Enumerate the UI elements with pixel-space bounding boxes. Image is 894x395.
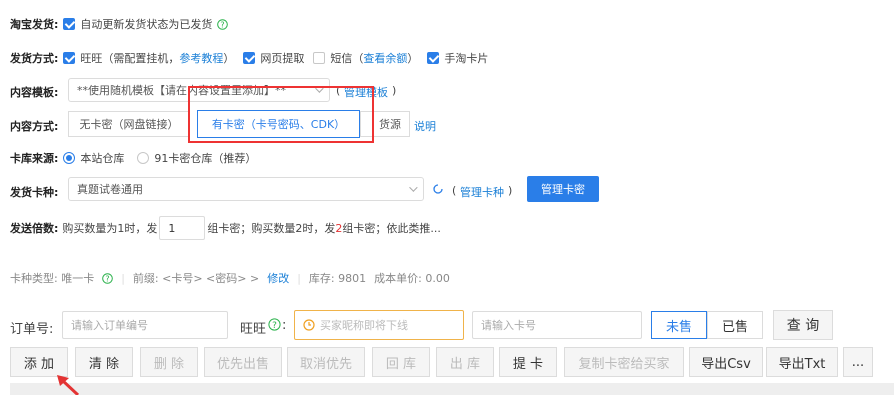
handtao-text: 手淘卡片 (444, 52, 489, 65)
ref-tutorial-link[interactable]: 参考教程 (179, 50, 223, 66)
cost-text: 成本单价: 0.00 (374, 272, 450, 285)
ww-placeholder: 买家昵称即将下线 (320, 319, 408, 332)
export-csv-button[interactable]: 导出Csv (689, 347, 763, 377)
local-text: 本站仓库 (80, 152, 125, 165)
explain-link[interactable]: 说明 (414, 118, 436, 134)
multiple-input[interactable]: 1 (159, 216, 206, 240)
send-multiple-after: 组卡密；依此类推... (342, 222, 441, 235)
divider: | (297, 271, 301, 285)
table-header (10, 383, 894, 395)
info-bar: 卡种类型: 唯一卡 ? | 前缀: <卡号> <密码> > 修改 | 库存: 9… (10, 270, 450, 286)
no-card-option[interactable]: 无卡密（网盘链接） (68, 111, 190, 137)
ww-label: 旺旺 (240, 322, 267, 337)
order-label: 订单号: (10, 322, 54, 337)
out-stock-button[interactable]: 出 库 (436, 347, 494, 377)
stock-text: 库存: 9801 (308, 272, 367, 285)
web-fetch-checkbox[interactable] (243, 52, 256, 64)
sms-close: ） (407, 52, 419, 65)
clear-button[interactable]: 清 除 (75, 347, 133, 377)
local-radio[interactable] (63, 152, 76, 164)
manage-card-button[interactable]: 管理卡密 (527, 176, 599, 202)
unsold-tab[interactable]: 未售 (651, 311, 707, 339)
highlight-box (188, 86, 374, 143)
order-input[interactable]: 请输入订单编号 (62, 311, 228, 339)
paren-open: ( (452, 184, 457, 197)
svg-text:?: ? (106, 274, 110, 283)
refresh-icon[interactable] (432, 183, 444, 195)
content-method-label: 内容方式: (10, 120, 59, 133)
more-button[interactable]: ... (843, 347, 873, 377)
help-icon[interactable]: ? (102, 272, 114, 284)
export-txt-button[interactable]: 导出Txt (766, 347, 838, 377)
extract-card-button[interactable]: 提 卡 (499, 347, 557, 377)
handtao-checkbox[interactable] (427, 52, 440, 64)
sms-text: 短信（ (330, 52, 364, 65)
taobao-row: 淘宝发货: 自动更新发货状态为已发货 ? (10, 16, 229, 32)
ww-input[interactable]: 买家昵称即将下线 (294, 310, 464, 340)
wangwang-close: ） (223, 52, 235, 65)
ninety-one-text: 91卡密仓库（推荐） (154, 152, 257, 165)
ninety-one-radio[interactable] (137, 152, 150, 164)
copy-card-button[interactable]: 复制卡密给买家 (564, 347, 684, 377)
manage-type-link[interactable]: 管理卡种 (460, 184, 504, 200)
card-kind-text: 卡种类型: 唯一卡 (10, 272, 95, 285)
send-multiple-before: 购买数量为1时，发 (62, 222, 158, 235)
send-multiple-mid: 组卡密；购买数量2时，发 (207, 222, 336, 235)
card-type-label: 发货卡种: (10, 186, 59, 199)
sms-checkbox[interactable] (313, 52, 326, 64)
wangwang-checkbox[interactable] (63, 52, 76, 64)
query-button[interactable]: 查 询 (773, 310, 833, 340)
priority-sell-button[interactable]: 优先出售 (204, 347, 282, 377)
delete-button[interactable]: 删 除 (140, 347, 198, 377)
ship-method-label: 发货方式: (10, 52, 59, 65)
svg-text:?: ? (272, 321, 277, 331)
card-input[interactable]: 请输入卡号 (472, 311, 642, 339)
wangwang-text: 旺旺（需配置挂机， (80, 52, 180, 65)
send-multiple-row: 发送倍数: 购买数量为1时，发 1 组卡密；购买数量2时，发 2 组卡密；依此类… (10, 216, 441, 240)
prefix-text: 前缀: <卡号> <密码> > (132, 272, 260, 285)
auto-update-text: 自动更新发货状态为已发货 (80, 18, 213, 31)
send-multiple-label: 发送倍数: (10, 222, 59, 235)
send-multiple-highlight: 2 (335, 221, 343, 235)
card-type-value: 真题试卷通用 (77, 183, 143, 196)
web-fetch-text: 网页提取 (260, 52, 305, 65)
return-stock-button[interactable]: 回 库 (372, 347, 430, 377)
card-source-label: 卡库来源: (10, 152, 59, 165)
sold-tab[interactable]: 已售 (707, 311, 763, 339)
help-icon[interactable]: ? (268, 318, 281, 331)
clock-icon (303, 319, 315, 331)
taobao-label: 淘宝发货: (10, 18, 59, 31)
ship-method-row: 发货方式: 旺旺（需配置挂机， 参考教程） 网页提取 短信（ 查看余额） 手淘卡片 (10, 50, 488, 66)
ww-colon: : (282, 318, 287, 333)
cancel-priority-button[interactable]: 取消优先 (287, 347, 365, 377)
arrow-annotation (57, 375, 80, 395)
paren-close: ) (392, 84, 397, 97)
modify-link[interactable]: 修改 (267, 270, 289, 286)
paren-close: ) (508, 184, 513, 197)
content-template-label: 内容模板: (10, 86, 59, 99)
svg-text:?: ? (221, 20, 225, 29)
help-icon[interactable]: ? (217, 18, 229, 30)
chevron-down-icon (409, 183, 418, 192)
check-balance-link[interactable]: 查看余额 (363, 50, 407, 66)
card-type-select[interactable]: 真题试卷通用 (68, 177, 424, 201)
auto-update-checkbox[interactable] (63, 18, 76, 30)
divider: | (121, 271, 125, 285)
card-source-row: 卡库来源: 本站仓库 91卡密仓库（推荐） (10, 150, 256, 166)
